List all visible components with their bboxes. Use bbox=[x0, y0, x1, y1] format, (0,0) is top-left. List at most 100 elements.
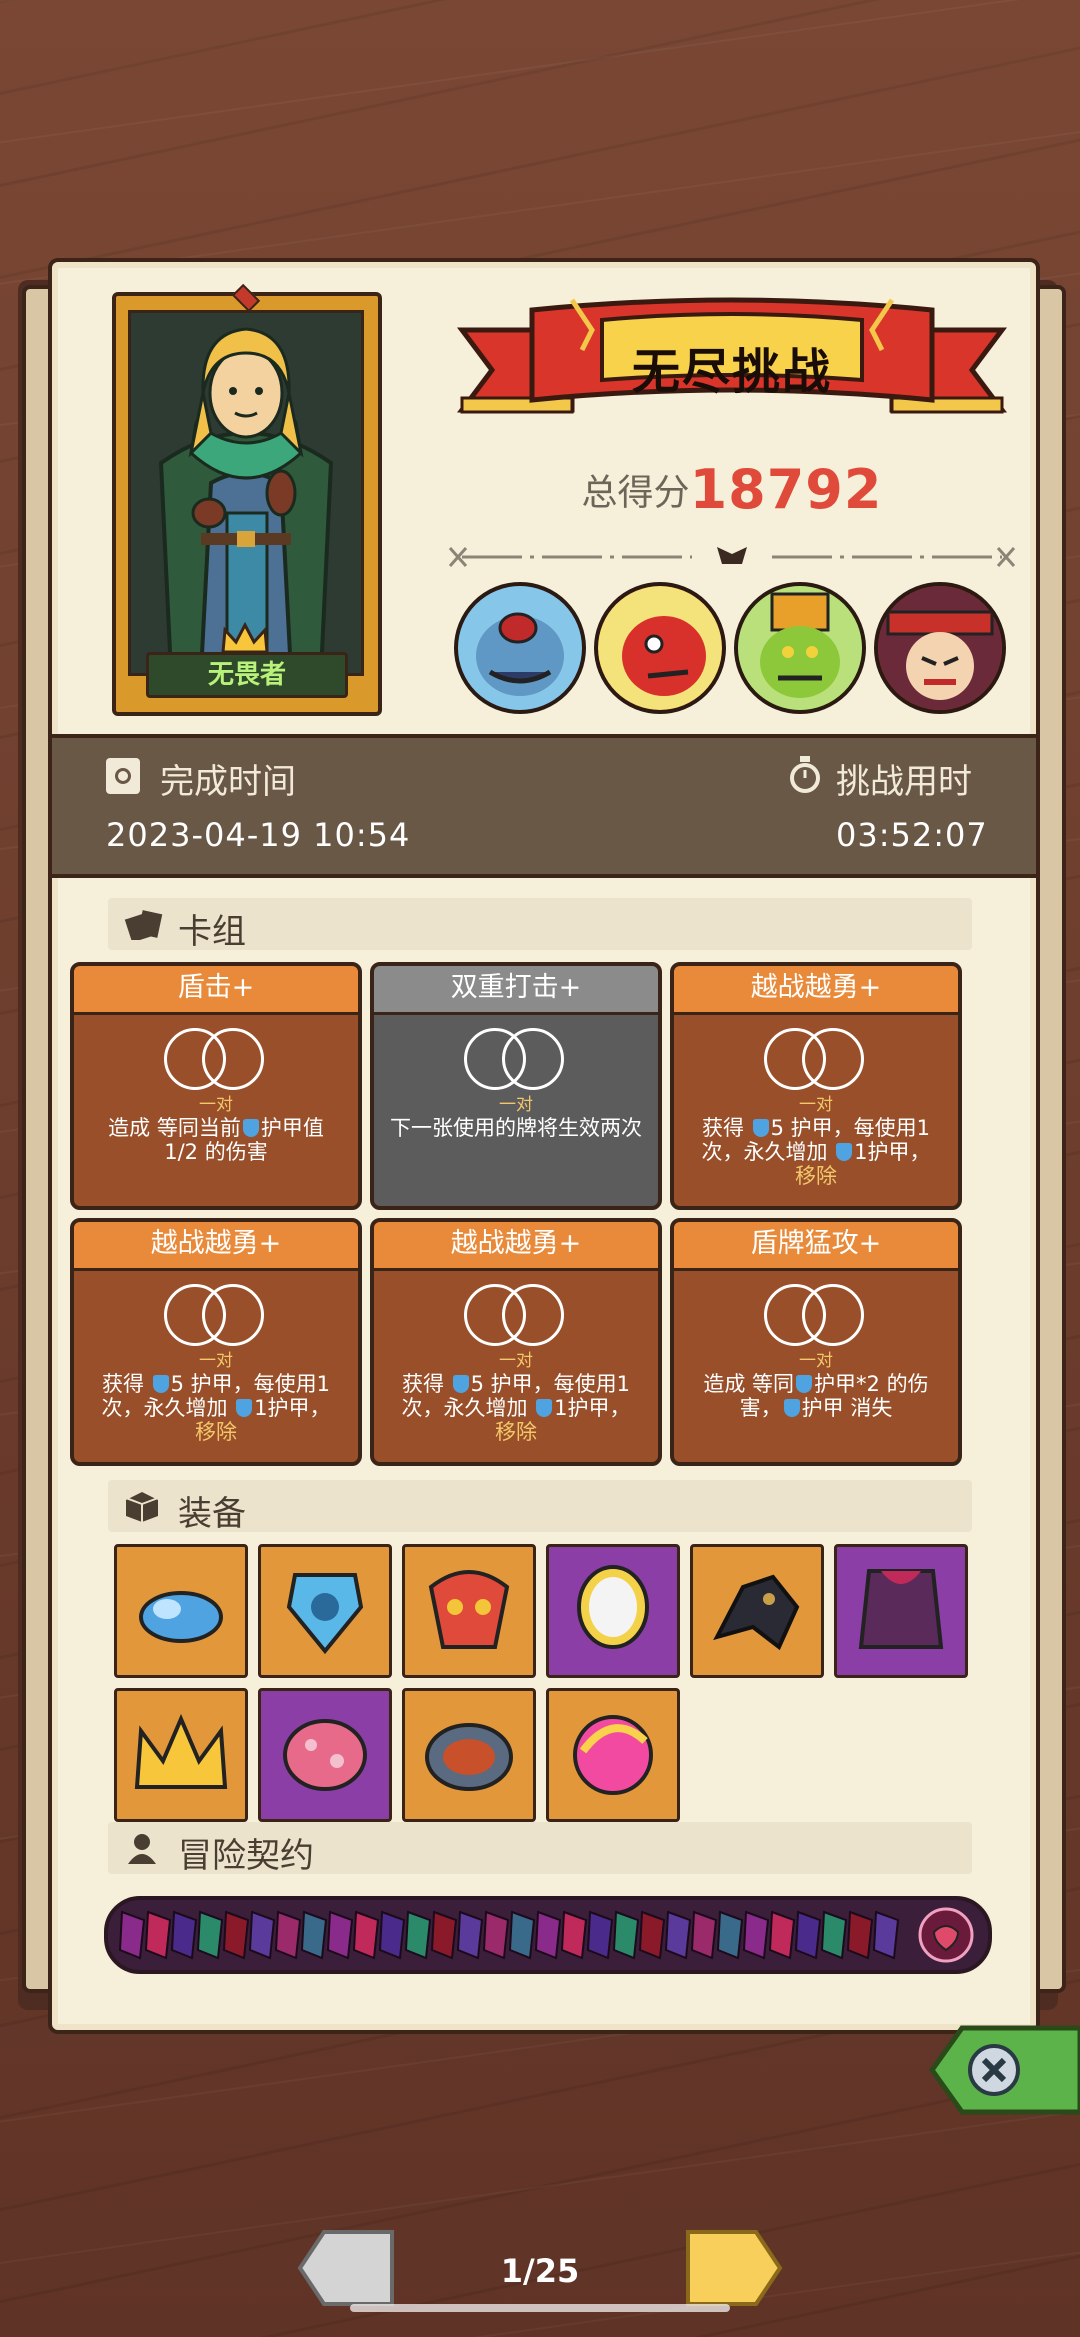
card-name: 双重打击+ bbox=[374, 966, 658, 1015]
contract-icons-strip-icon bbox=[118, 1907, 974, 1963]
shield-icon bbox=[536, 1399, 553, 1417]
next-page-button[interactable] bbox=[684, 2228, 784, 2308]
card-name: 盾牌猛攻+ bbox=[674, 1222, 958, 1271]
shield-icon bbox=[752, 1119, 769, 1137]
crown-icon bbox=[220, 621, 270, 654]
ice-shield-icon bbox=[286, 1573, 364, 1655]
close-button[interactable] bbox=[912, 2022, 1080, 2118]
pair-rings-icon bbox=[764, 1028, 868, 1090]
equipment-slot[interactable] bbox=[258, 1688, 392, 1822]
card-description: 造成 等同当前 护甲值 1/2 的伤害 bbox=[88, 1116, 344, 1164]
prev-page-button[interactable] bbox=[296, 2228, 396, 2308]
red-hat-jester-icon[interactable] bbox=[874, 582, 1006, 714]
shield-icon bbox=[242, 1119, 259, 1137]
arrow-left-icon bbox=[297, 2230, 394, 2306]
mode-title: 无尽挑战 bbox=[631, 344, 832, 400]
boss-divider bbox=[442, 542, 1022, 572]
card-desc-part: 1护甲， bbox=[254, 1396, 331, 1420]
shield-icon bbox=[452, 1375, 469, 1393]
shield-icon bbox=[236, 1399, 253, 1417]
deck-section-header: 卡组 bbox=[108, 898, 972, 952]
bronze-disc-icon bbox=[425, 1723, 513, 1791]
person-icon bbox=[124, 1832, 160, 1864]
pair-rings-icon bbox=[164, 1028, 268, 1090]
card-desc-part: 护甲 消失 bbox=[801, 1396, 893, 1420]
endless-result-panel: 无畏者 无尽挑战 总得分18792 完成时间 2023-04-19 10:54 … bbox=[48, 258, 1040, 2034]
close-icon bbox=[928, 2025, 1080, 2115]
card-rarity: 一对 bbox=[499, 1095, 533, 1115]
card-name: 盾击+ bbox=[74, 966, 358, 1015]
home-indicator bbox=[350, 2304, 730, 2312]
deck-card[interactable]: 盾击+ 一对 造成 等同当前 护甲值 1/2 的伤害 bbox=[70, 962, 362, 1210]
spotted-egg-icon bbox=[283, 1719, 367, 1791]
equipment-slot[interactable] bbox=[834, 1544, 968, 1678]
duration-label: 挑战用时 bbox=[836, 762, 972, 802]
hero-figure-icon bbox=[131, 313, 361, 673]
duration-value: 03:52:07 bbox=[836, 816, 988, 854]
card-name: 越战越勇+ bbox=[74, 1222, 358, 1271]
card-desc-extra: 移除 bbox=[795, 1164, 837, 1188]
card-desc-part: 造成 等同 bbox=[703, 1372, 795, 1396]
equipment-slot[interactable] bbox=[114, 1688, 248, 1822]
equipment-slot[interactable] bbox=[402, 1544, 536, 1678]
stopwatch-icon bbox=[788, 756, 822, 794]
tribal-mask-icon bbox=[428, 1570, 510, 1649]
equipment-slot[interactable] bbox=[258, 1544, 392, 1678]
golden-crown-icon bbox=[134, 1713, 228, 1789]
card-description: 获得 5 护甲，每使用1次，永久增加 1护甲， 移除 bbox=[388, 1372, 644, 1444]
hero-portrait: 无畏者 bbox=[112, 283, 382, 716]
deck-card[interactable]: 双重打击+ 一对 下一张使用的牌将生效两次 bbox=[370, 962, 662, 1210]
studded-armor-icon bbox=[858, 1569, 944, 1649]
card-desc-part: 下一张使用的牌将生效两次 bbox=[390, 1116, 642, 1140]
score-label: 总得分 bbox=[581, 472, 690, 514]
card-name: 越战越勇+ bbox=[674, 966, 958, 1015]
pair-rings-icon bbox=[464, 1028, 568, 1090]
equipment-section-header: 装备 bbox=[108, 1480, 972, 1534]
card-desc-part: 获得 bbox=[101, 1372, 151, 1396]
arrow-right-icon bbox=[686, 2230, 783, 2306]
cube-icon bbox=[124, 1490, 160, 1522]
card-rarity: 一对 bbox=[499, 1351, 533, 1371]
finish-time-label: 完成时间 bbox=[160, 762, 296, 802]
run-info-bar: 完成时间 2023-04-19 10:54 挑战用时 03:52:07 bbox=[52, 734, 1036, 878]
card-description: 获得 5 护甲，每使用1次，永久增加 1护甲， 移除 bbox=[688, 1116, 944, 1188]
equipment-slot[interactable] bbox=[690, 1544, 824, 1678]
contract-strip[interactable] bbox=[104, 1896, 992, 1974]
card-desc-part: 获得 bbox=[401, 1372, 451, 1396]
deck-title: 卡组 bbox=[178, 912, 246, 952]
pair-rings-icon bbox=[164, 1284, 268, 1346]
deck-card[interactable]: 盾牌猛攻+ 一对 造成 等同 护甲*2 的伤害， 护甲 消失 bbox=[670, 1218, 962, 1466]
equipment-slot[interactable] bbox=[546, 1688, 680, 1822]
score-value: 18792 bbox=[689, 458, 883, 521]
contract-section-header: 冒险契约 bbox=[108, 1822, 972, 1876]
blue-slime-icon bbox=[139, 1591, 223, 1643]
deck-card[interactable]: 越战越勇+ 一对 获得 5 护甲，每使用1次，永久增加 1护甲， 移除 bbox=[70, 1218, 362, 1466]
equipment-slot[interactable] bbox=[546, 1544, 680, 1678]
card-description: 下一张使用的牌将生效两次 bbox=[388, 1116, 644, 1140]
card-name: 越战越勇+ bbox=[374, 1222, 658, 1271]
dark-claw-icon bbox=[713, 1574, 800, 1651]
total-score: 总得分18792 bbox=[452, 458, 1012, 521]
equipment-slot[interactable] bbox=[402, 1688, 536, 1822]
equipment-title: 装备 bbox=[178, 1494, 246, 1534]
card-desc-part: 1护甲， bbox=[854, 1140, 931, 1164]
pink-orb-icon bbox=[573, 1715, 653, 1795]
gem-icon bbox=[231, 283, 261, 313]
golden-mirror-icon bbox=[577, 1565, 649, 1649]
hero-name: 无畏者 bbox=[146, 652, 348, 698]
card-desc-part: 1护甲， bbox=[554, 1396, 631, 1420]
shield-icon bbox=[836, 1143, 853, 1161]
pair-rings-icon bbox=[764, 1284, 868, 1346]
green-goblin-king-icon[interactable] bbox=[734, 582, 866, 714]
blue-ogre-icon[interactable] bbox=[454, 582, 586, 714]
card-desc-part: 获得 bbox=[701, 1116, 751, 1140]
shield-icon bbox=[796, 1375, 813, 1393]
shield-icon bbox=[152, 1375, 169, 1393]
card-rarity: 一对 bbox=[799, 1351, 833, 1371]
equipment-slot[interactable] bbox=[114, 1544, 248, 1678]
deck-card[interactable]: 越战越勇+ 一对 获得 5 护甲，每使用1次，永久增加 1护甲， 移除 bbox=[670, 962, 962, 1210]
card-description: 获得 5 护甲，每使用1次，永久增加 1护甲， 移除 bbox=[88, 1372, 344, 1444]
red-demon-icon[interactable] bbox=[594, 582, 726, 714]
deck-card[interactable]: 越战越勇+ 一对 获得 5 护甲，每使用1次，永久增加 1护甲， 移除 bbox=[370, 1218, 662, 1466]
finish-time-value: 2023-04-19 10:54 bbox=[106, 816, 411, 854]
